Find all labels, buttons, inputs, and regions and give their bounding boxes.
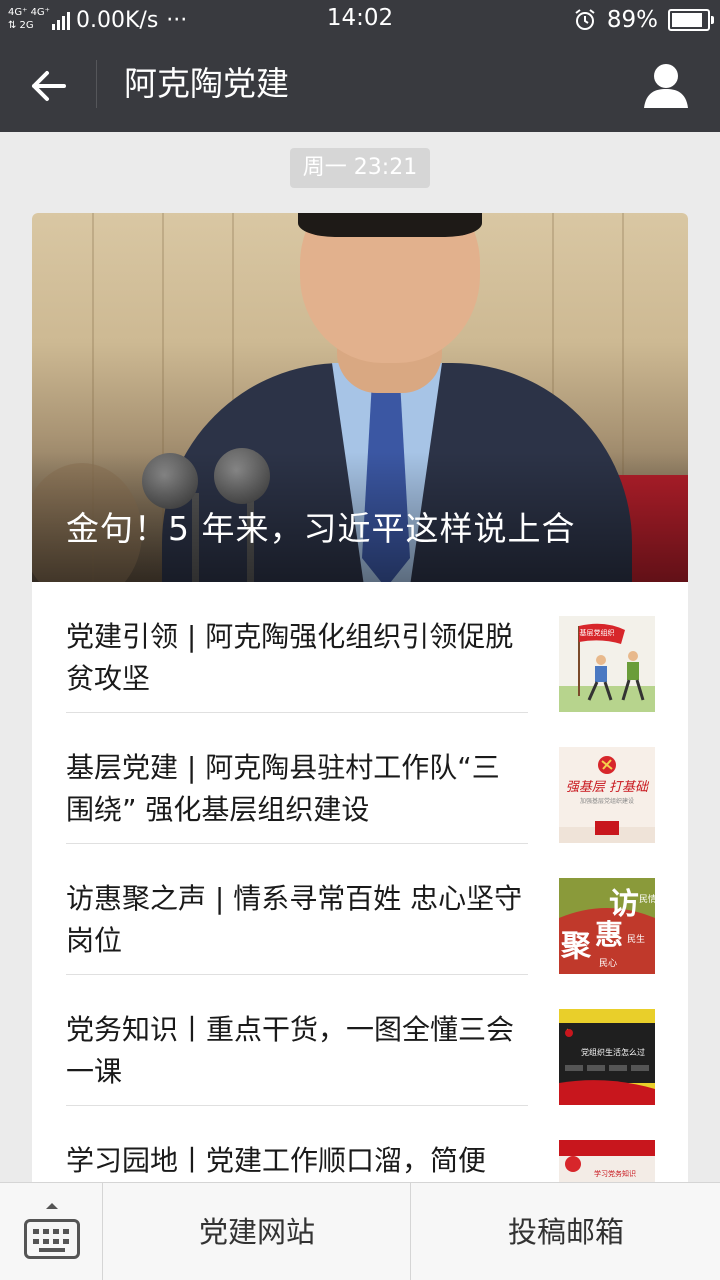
page-title: 阿克陶党建 <box>124 64 289 103</box>
flag-bearers-image: 基层党组织 <box>559 623 655 712</box>
article-title: 基层党建 | 阿克陶县驻村工作队“三围绕” 强化基层组织建设 <box>66 751 500 826</box>
keyboard-icon <box>24 1219 80 1259</box>
article-thumbnail: 基层党组织 <box>559 616 655 712</box>
nav-divider <box>96 60 97 108</box>
thumbnail-char: 民情 <box>639 893 655 905</box>
user-profile-icon <box>644 64 688 108</box>
article-thumbnail: 访 惠 聚 民情 民生 民心 <box>559 878 655 974</box>
thumbnail-char: 惠 <box>595 918 623 951</box>
menu-submission-email[interactable]: 投稿邮箱 <box>412 1183 720 1280</box>
article-list-item[interactable]: 党务知识丨重点干货，一图全懂三会一课 党组织生活怎么过 <box>32 975 688 1106</box>
article-list-item[interactable]: 基层党建 | 阿克陶县驻村工作队“三围绕” 强化基层组织建设 强基层 打基础 加… <box>32 713 688 844</box>
article-list: 党建引领 | 阿克陶强化组织引领促脱贫攻坚 基层党组织 基层党建 | 阿克陶县驻… <box>32 582 688 1213</box>
hero-title: 金句！5 年来，习近平这样说上合 <box>66 509 576 548</box>
profile-button[interactable] <box>638 58 694 114</box>
thumbnail-label: 学习党务知识 <box>594 1169 636 1178</box>
arrow-left-icon <box>32 71 66 101</box>
thumbnail-label: 强基层 打基础 <box>566 780 650 795</box>
bottom-menu-bar: 党建网站 投稿邮箱 <box>0 1182 720 1280</box>
party-building-poster-image: 强基层 打基础 加强基层党组织建设 <box>559 756 655 843</box>
thumbnail-label: 基层党组织 <box>580 628 615 637</box>
chevron-up-icon <box>46 1203 58 1209</box>
battery-level <box>672 13 702 27</box>
thumbnail-sub-label: 加强基层党组织建设 <box>580 797 634 805</box>
article-list-item[interactable]: 访惠聚之声 | 情系寻常百姓 忠心坚守岗位 访 惠 聚 民情 民生 民心 <box>32 844 688 975</box>
article-title: 党务知识丨重点干货，一图全懂三会一课 <box>66 1013 515 1088</box>
party-life-infographic-image: 党组织生活怎么过 <box>559 1009 655 1105</box>
status-bar: 4G⁺ 4G⁺ ⇅ 2G 0.00K/s ··· 14:02 89% <box>0 0 720 40</box>
article-title: 访惠聚之声 | 情系寻常百姓 忠心坚守岗位 <box>66 882 523 957</box>
message-timestamp: 周一 23:21 <box>290 148 430 188</box>
battery-percent: 89% <box>606 7 658 33</box>
thumbnail-char: 访 <box>609 887 639 922</box>
thumbnail-char: 民生 <box>627 933 645 945</box>
status-right: 89% <box>573 4 714 36</box>
article-thumbnail: 党组织生活怎么过 <box>559 1009 655 1105</box>
alarm-icon <box>575 9 595 30</box>
article-list-item[interactable]: 党建引领 | 阿克陶强化组织引领促脱贫攻坚 基层党组织 <box>32 582 688 713</box>
thumbnail-char: 聚 <box>560 929 592 964</box>
article-card: 金句！5 年来，习近平这样说上合 党建引领 | 阿克陶强化组织引领促脱贫攻坚 基… <box>32 213 688 1213</box>
thumbnail-char: 民心 <box>599 958 617 969</box>
article-title: 学习园地丨党建工作顺口溜，简便 <box>66 1144 487 1177</box>
back-button[interactable] <box>22 60 76 112</box>
menu-party-website[interactable]: 党建网站 <box>104 1183 411 1280</box>
article-title: 党建引领 | 阿克陶强化组织引领促脱贫攻坚 <box>66 620 514 695</box>
hero-article[interactable]: 金句！5 年来，习近平这样说上合 <box>32 213 688 582</box>
thumbnail-label: 党组织生活怎么过 <box>581 1047 645 1057</box>
battery-icon <box>668 9 714 31</box>
nav-bar: 阿克陶党建 <box>0 40 720 132</box>
article-thumbnail: 强基层 打基础 加强基层党组织建设 <box>559 747 655 843</box>
keyboard-toggle-button[interactable] <box>0 1183 103 1280</box>
fanghuiju-poster-image: 访 惠 聚 民情 民生 民心 <box>559 878 655 974</box>
